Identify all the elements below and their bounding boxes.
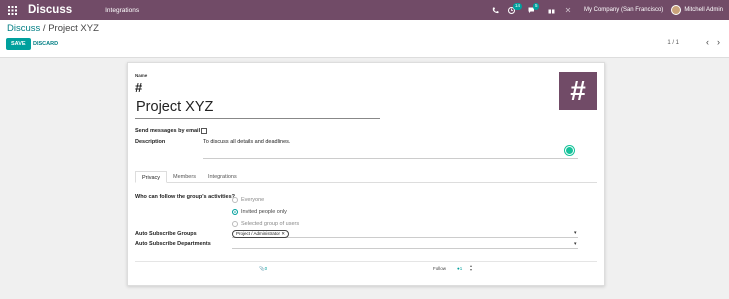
radio-invited[interactable]: Invited people only bbox=[232, 206, 299, 218]
breadcrumb-current: Project XYZ bbox=[48, 23, 99, 34]
discard-button[interactable]: DISCARD bbox=[33, 41, 58, 47]
pager-prev-icon[interactable]: ‹ bbox=[706, 37, 709, 47]
attachments-count: 0 bbox=[264, 266, 268, 271]
channel-image-symbol: # bbox=[570, 75, 586, 106]
tab-members[interactable]: Members bbox=[167, 171, 202, 183]
auto-groups-caret-icon[interactable]: ▾ bbox=[574, 230, 577, 236]
send-email-checkbox[interactable] bbox=[201, 128, 207, 134]
auto-groups-label: Auto Subscribe Groups bbox=[135, 231, 197, 237]
messages-badge: 5 bbox=[532, 3, 540, 10]
radio-circle bbox=[232, 221, 238, 227]
radio-circle-checked bbox=[232, 209, 238, 215]
top-navbar: Discuss Integrations 14 5 My Company (Sa… bbox=[0, 0, 729, 20]
tab-privacy[interactable]: Privacy bbox=[135, 171, 168, 183]
grammarly-icon[interactable] bbox=[565, 146, 574, 155]
tag-remove-icon[interactable]: ✕ bbox=[281, 231, 285, 236]
app-grid-icon[interactable] bbox=[2, 0, 22, 20]
pager-value[interactable]: 1 / 1 bbox=[667, 40, 679, 46]
breadcrumb-parent[interactable]: Discuss bbox=[7, 23, 40, 34]
auto-departments-caret-icon[interactable]: ▾ bbox=[574, 241, 577, 247]
app-title[interactable]: Discuss bbox=[28, 4, 72, 16]
attachments-button[interactable]: 📎0 bbox=[259, 266, 267, 272]
tab-integrations[interactable]: Integrations bbox=[202, 171, 243, 183]
radio-circle bbox=[232, 197, 238, 203]
radio-label: Selected group of users bbox=[241, 221, 300, 227]
auto-groups-field[interactable]: Project / Administrator ✕ bbox=[232, 230, 578, 238]
user-menu[interactable]: Mitchell Admin bbox=[671, 5, 723, 15]
breadcrumb: Discuss / Project XYZ bbox=[7, 23, 99, 34]
messages-icon[interactable]: 5 bbox=[524, 0, 540, 20]
debug-close-icon[interactable] bbox=[560, 0, 576, 20]
name-label: Name bbox=[135, 73, 148, 78]
activity-badge: 14 bbox=[512, 3, 522, 10]
auto-departments-label: Auto Subscribe Departments bbox=[135, 241, 211, 247]
company-switcher[interactable]: My Company (San Francisco) bbox=[584, 7, 663, 13]
control-panel: Discuss / Project XYZ SAVE DISCARD 1 / 1… bbox=[0, 20, 729, 58]
breadcrumb-separator: / bbox=[40, 23, 49, 34]
description-label: Description bbox=[135, 139, 166, 145]
radio-label: Invited people only bbox=[241, 209, 287, 215]
radio-everyone[interactable]: Everyone bbox=[232, 194, 299, 206]
send-email-label: Send messages by email bbox=[135, 128, 201, 134]
user-name: Mitchell Admin bbox=[684, 7, 723, 13]
channel-hash-icon: # bbox=[135, 80, 143, 95]
follow-radio-group: Everyone Invited people only Selected gr… bbox=[232, 194, 299, 230]
menu-integrations[interactable]: Integrations bbox=[105, 7, 139, 14]
follow-button[interactable]: Follow bbox=[433, 266, 446, 271]
followers-caret-icon[interactable]: ▴ ▾ bbox=[470, 264, 472, 272]
channel-image[interactable]: # bbox=[559, 72, 597, 110]
save-button[interactable]: SAVE bbox=[6, 38, 31, 50]
navbar-systray: 14 5 My Company (San Francisco) Mitchell… bbox=[488, 0, 729, 20]
description-field[interactable]: To discuss all details and deadlines. bbox=[203, 139, 290, 145]
pager-next-icon[interactable]: › bbox=[717, 37, 720, 47]
radio-label: Everyone bbox=[241, 197, 265, 203]
avatar bbox=[671, 5, 682, 15]
notebook-tabs: Privacy Members Integrations bbox=[135, 171, 597, 183]
activity-icon[interactable]: 14 bbox=[504, 0, 522, 20]
description-underline bbox=[203, 158, 578, 159]
phone-icon[interactable] bbox=[488, 0, 504, 20]
auto-departments-field[interactable] bbox=[232, 242, 578, 249]
group-tag-label: Project / Administrator bbox=[236, 231, 281, 236]
form-sheet: Name # Project XYZ # Send messages by em… bbox=[127, 62, 605, 286]
followers-button[interactable]: ●1 bbox=[457, 266, 462, 271]
group-tag[interactable]: Project / Administrator ✕ bbox=[232, 230, 290, 238]
channel-name-input[interactable]: Project XYZ bbox=[135, 97, 380, 119]
gift-icon[interactable] bbox=[544, 0, 560, 20]
followers-count: 1 bbox=[459, 266, 463, 271]
chatter-divider bbox=[135, 261, 597, 262]
radio-selected-group[interactable]: Selected group of users bbox=[232, 218, 299, 230]
who-can-follow-label: Who can follow the group's activities? bbox=[135, 194, 236, 200]
